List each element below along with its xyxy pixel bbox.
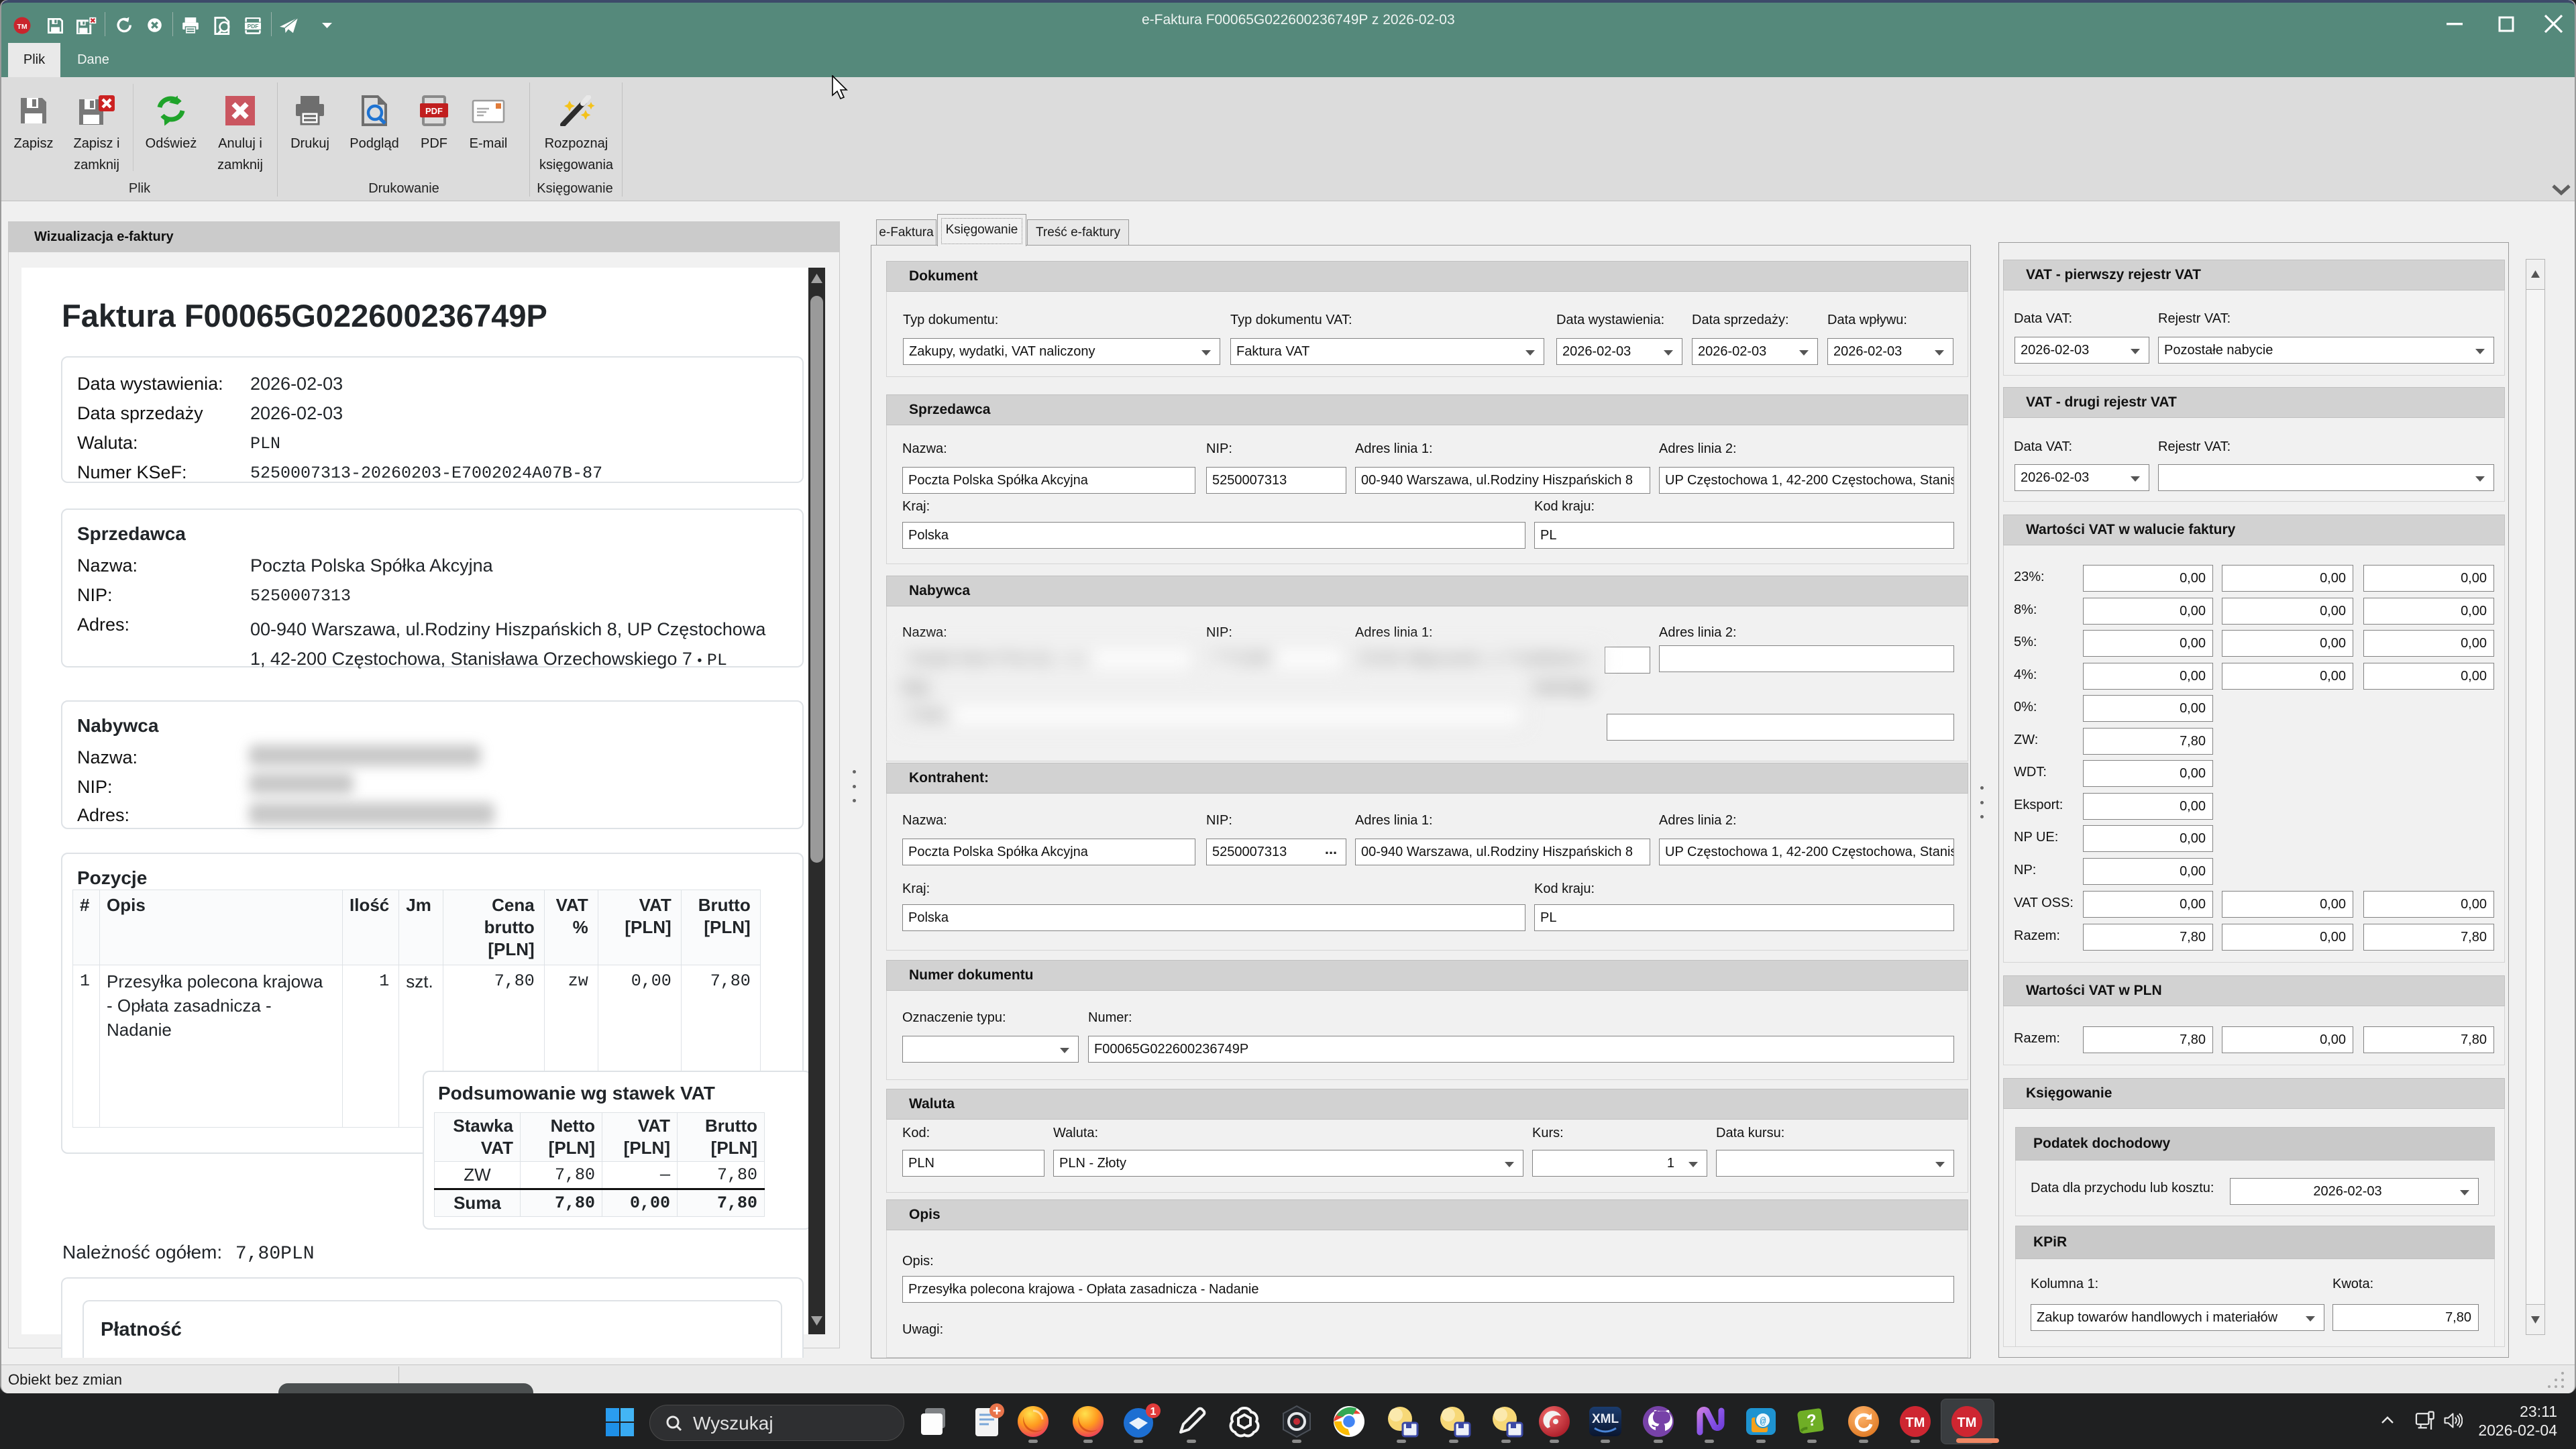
svg-text:XML: XML [1592, 1412, 1619, 1426]
svg-text:PDF: PDF [248, 23, 259, 30]
svg-text:TM: TM [17, 23, 27, 31]
svg-text:1: 1 [1150, 1406, 1157, 1417]
svg-text:@: @ [1760, 1416, 1766, 1428]
svg-text:PDF: PDF [425, 106, 443, 116]
svg-text:TM: TM [1906, 1415, 1925, 1430]
svg-text:TM: TM [1957, 1415, 1977, 1430]
